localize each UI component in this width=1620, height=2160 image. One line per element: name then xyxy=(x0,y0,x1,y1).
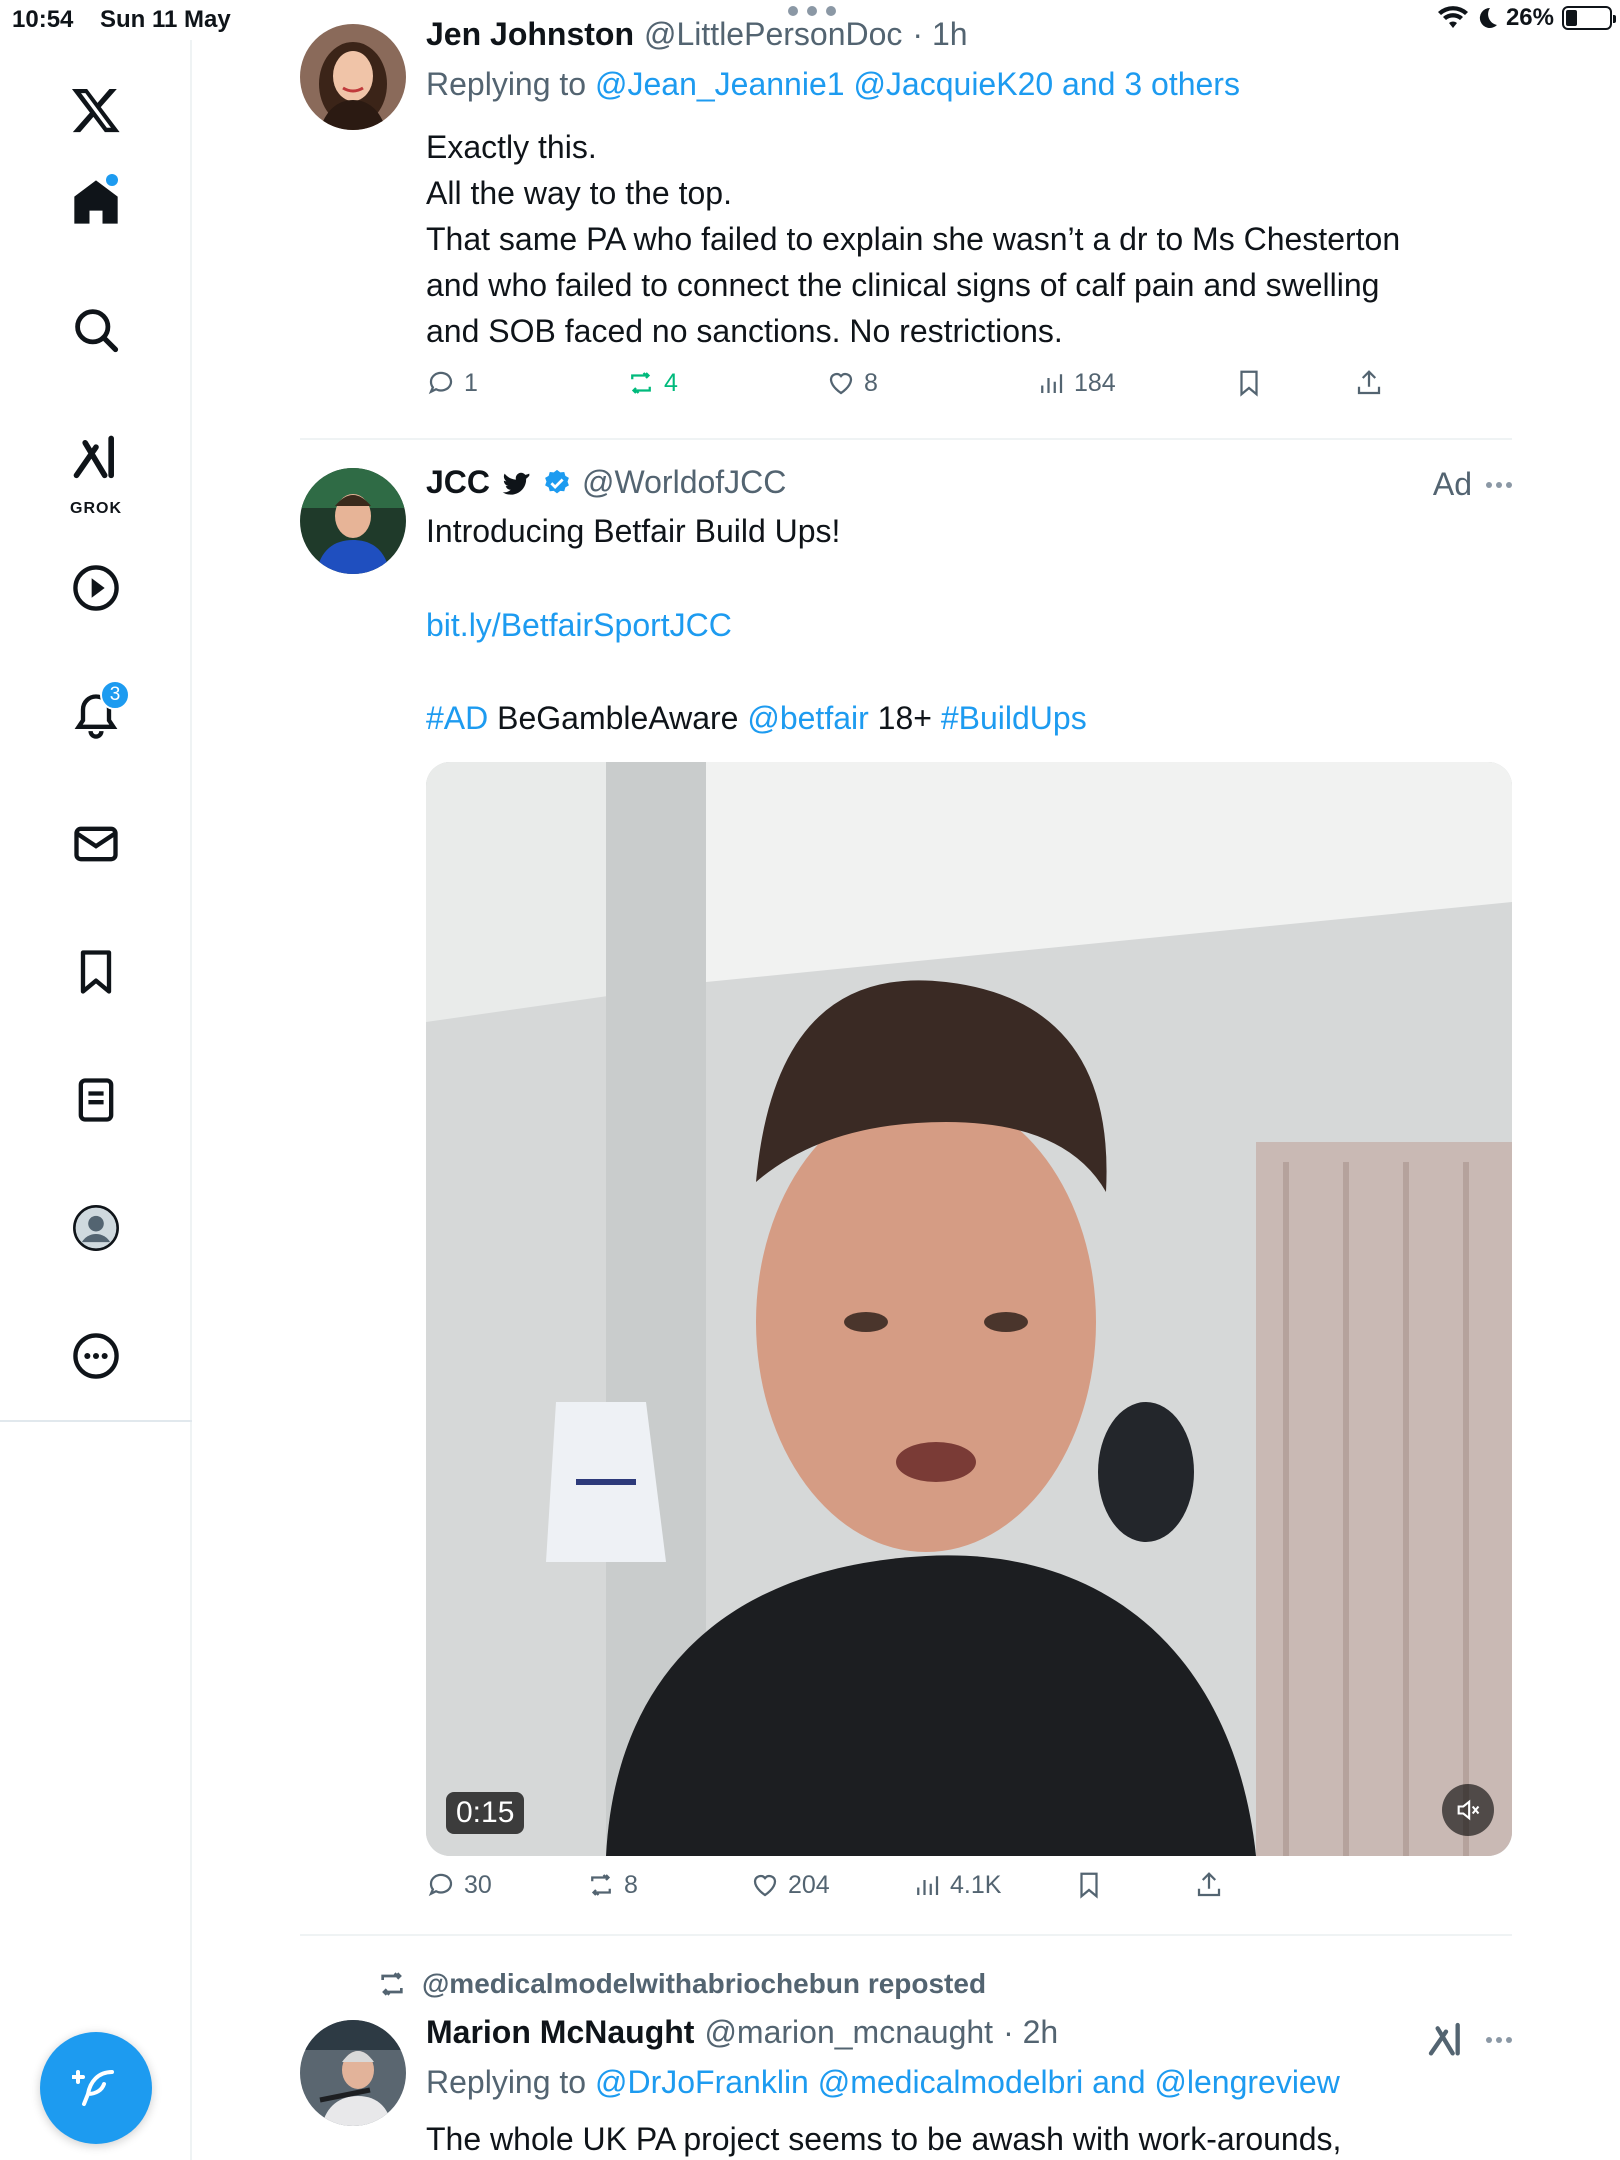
tweet-actions: 1 4 8 184 xyxy=(426,368,1426,408)
repost-icon xyxy=(631,372,651,394)
verified-badge-icon xyxy=(545,469,569,493)
speaker-muted-icon xyxy=(1457,1799,1480,1821)
bookmark-icon xyxy=(1080,1872,1098,1899)
views-bar-icon xyxy=(917,1876,939,1895)
tweet-jen-johnston[interactable]: Jen Johnston @LittlePersonDoc · 1h Reply… xyxy=(300,0,1512,440)
messages-envelope-icon[interactable] xyxy=(56,804,136,884)
author-handle[interactable]: @WorldofJCC xyxy=(582,464,786,501)
bookmarks-icon[interactable] xyxy=(56,932,136,1012)
author-name[interactable]: Jen Johnston xyxy=(426,16,634,53)
share-button[interactable] xyxy=(1194,1870,1224,1900)
home-icon[interactable] xyxy=(56,162,136,242)
status-date: Sun 11 May xyxy=(100,6,231,33)
author-handle[interactable]: @marion_mcnaught xyxy=(704,2014,993,2051)
tweet-actions: 30 8 204 4.1K xyxy=(426,1870,1426,1910)
tweet-body: Exactly this. All the way to the top. Th… xyxy=(426,129,1401,349)
replying-to: Replying to @Jean_Jeannie1 @JacquieK20 a… xyxy=(426,66,1240,102)
reply-icon xyxy=(428,1873,453,1897)
share-icon xyxy=(1197,1872,1221,1897)
sidebar-divider xyxy=(0,1420,192,1422)
avatar[interactable] xyxy=(300,2020,406,2126)
repost-indicator: @medicalmodelwithabriochebun reposted xyxy=(376,1968,986,2000)
reply-button[interactable]: 30 xyxy=(426,1870,492,1900)
replying-to: Replying to @DrJoFranklin @medicalmodelb… xyxy=(426,2064,1340,2100)
more-menu-icon[interactable] xyxy=(1486,2037,1512,2043)
status-time: 10:54 xyxy=(12,6,74,33)
tweet-body: The whole UK PA project seems to be awas… xyxy=(426,2121,1342,2157)
repost-line[interactable]: @medicalmodelwithabriochebun reposted xyxy=(422,1968,986,2000)
more-menu-icon[interactable] xyxy=(1486,481,1512,488)
post-time: · 1h xyxy=(912,16,968,52)
bookmark-icon xyxy=(1240,370,1258,397)
grok-icon[interactable] xyxy=(1426,2020,1466,2060)
tweet-marion-mcnaught[interactable]: @medicalmodelwithabriochebun reposted Ma… xyxy=(300,1936,1512,2160)
avatar[interactable] xyxy=(300,24,406,130)
mention-betfair[interactable]: @betfair xyxy=(747,700,868,736)
views-bar-icon xyxy=(1041,374,1063,393)
notifications-bell-icon[interactable]: 3 xyxy=(56,676,136,756)
x-logo-icon[interactable] xyxy=(56,70,136,150)
tweet-tags: #AD BeGambleAware @betfair 18+ #BuildUps xyxy=(426,700,1087,736)
author-name[interactable]: Marion McNaught xyxy=(426,2014,694,2051)
heart-icon xyxy=(753,1874,777,1897)
video-duration: 0:15 xyxy=(446,1792,525,1834)
tweet-body: Introducing Betfair Build Ups! xyxy=(426,513,841,549)
like-button[interactable]: 204 xyxy=(750,1870,830,1900)
home-unread-dot xyxy=(106,174,118,186)
author-name[interactable]: JCC xyxy=(426,464,490,501)
video-player[interactable]: 0:15 xyxy=(426,762,1512,1856)
repost-icon xyxy=(381,1972,403,1996)
search-icon[interactable] xyxy=(56,290,136,370)
ad-label: Ad xyxy=(1432,466,1472,502)
hashtag-ad[interactable]: #AD xyxy=(426,700,488,736)
grok-icon[interactable]: GROK xyxy=(56,418,136,518)
reply-icon xyxy=(428,371,453,395)
more-options-icon[interactable] xyxy=(56,1316,136,1396)
profile-avatar-icon[interactable] xyxy=(56,1188,136,1268)
repost-button[interactable]: 8 xyxy=(586,1870,638,1900)
bookmark-button[interactable] xyxy=(1074,1870,1104,1900)
video-play-icon[interactable] xyxy=(56,548,136,628)
video-frame xyxy=(426,762,1512,1856)
share-icon xyxy=(1357,370,1381,395)
like-button[interactable]: 8 xyxy=(826,368,878,398)
hashtag-buildups[interactable]: #BuildUps xyxy=(941,700,1087,736)
grok-label: GROK xyxy=(70,500,122,517)
heart-icon xyxy=(829,372,853,395)
post-time: · 2h xyxy=(1003,2014,1059,2050)
bird-emoji-icon xyxy=(502,472,530,495)
battery-icon xyxy=(1562,6,1616,30)
repost-icon xyxy=(591,1874,611,1896)
reply-mentions-link[interactable]: @DrJoFranklin @medicalmodelbri and @leng… xyxy=(595,2064,1340,2100)
sidebar: GROK 3 xyxy=(0,40,192,2160)
bookmark-button[interactable] xyxy=(1234,368,1264,398)
author-handle[interactable]: @LittlePersonDoc xyxy=(644,16,902,53)
share-button[interactable] xyxy=(1354,368,1384,398)
reply-mentions-link[interactable]: @Jean_Jeannie1 @JacquieK20 and 3 others xyxy=(595,66,1240,102)
promo-link[interactable]: bit.ly/BetfairSportJCC xyxy=(426,607,732,643)
compose-feather-icon xyxy=(72,2070,114,2106)
reply-button[interactable]: 1 xyxy=(426,368,478,398)
tweet-jcc-ad[interactable]: JCC @WorldofJCC Ad Introducing Betfair B… xyxy=(300,440,1512,1936)
repost-button[interactable]: 4 xyxy=(626,368,678,398)
compose-post-button[interactable] xyxy=(40,2032,152,2144)
mute-button[interactable] xyxy=(1442,1784,1494,1836)
battery-percent: 26% xyxy=(1505,4,1554,31)
views-button[interactable]: 4.1K xyxy=(912,1870,1001,1900)
views-button[interactable]: 184 xyxy=(1036,368,1116,398)
avatar[interactable] xyxy=(300,468,406,574)
notifications-badge: 3 xyxy=(100,680,130,710)
lists-icon[interactable] xyxy=(56,1060,136,1140)
